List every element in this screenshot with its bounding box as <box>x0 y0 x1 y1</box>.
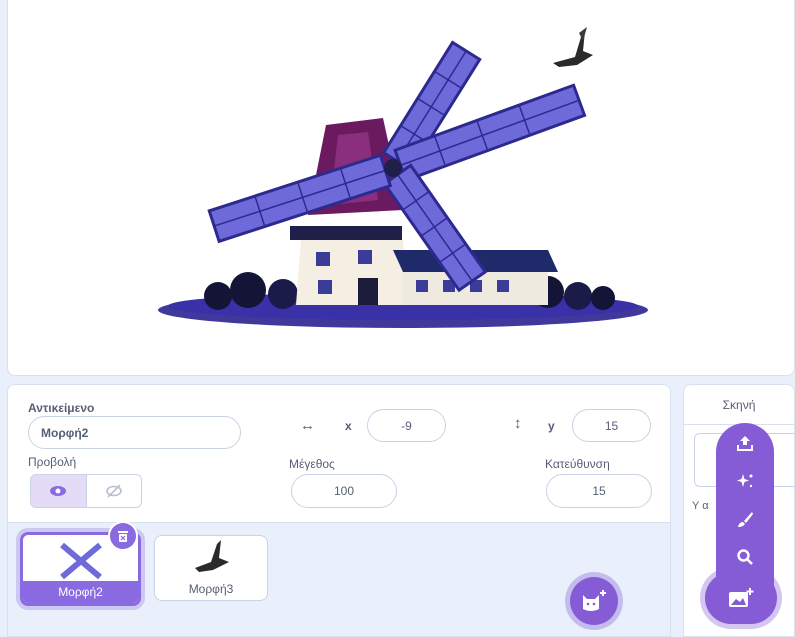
choose-backdrop-button[interactable] <box>705 572 777 624</box>
y-label: y <box>548 419 555 433</box>
hide-button[interactable] <box>87 475 142 507</box>
sprite-tile-morfi3[interactable]: Μορφή3 <box>154 535 268 601</box>
backdrops-label: Υ α <box>692 500 709 512</box>
brush-icon <box>738 512 753 527</box>
direction-input[interactable]: 15 <box>546 474 652 508</box>
upload-icon <box>737 436 753 451</box>
visibility-toggle <box>30 474 142 508</box>
y-input[interactable]: 15 <box>572 409 651 442</box>
add-sprite-button[interactable] <box>570 577 618 625</box>
stage-scene <box>158 27 648 328</box>
show-button[interactable] <box>31 475 87 507</box>
size-input[interactable]: 100 <box>291 474 397 508</box>
upload-backdrop-button[interactable] <box>716 425 774 461</box>
size-label: Μέγεθος <box>289 457 335 471</box>
sprite-thumbnail <box>195 540 229 572</box>
delete-sprite-button[interactable] <box>108 521 138 551</box>
sprite-name-input[interactable]: Μορφή2 <box>28 416 241 449</box>
eye-slash-icon <box>105 484 122 498</box>
direction-label: Κατεύθυνση <box>545 457 610 471</box>
surprise-backdrop-button[interactable] <box>716 463 774 499</box>
x-input[interactable]: -9 <box>367 409 446 442</box>
search-backdrop-button[interactable] <box>716 539 774 575</box>
cat-plus-icon <box>583 590 606 611</box>
x-label: x <box>345 419 352 433</box>
trash-icon <box>118 531 128 542</box>
sparkle-icon <box>737 474 753 488</box>
sprite-thumbnail <box>60 542 102 580</box>
image-plus-icon <box>729 588 754 607</box>
sprite-tile-label: Μορφή3 <box>188 582 234 596</box>
vertical-arrows-icon: ↕ <box>514 415 522 432</box>
sprite-tile-label: Μορφή2 <box>23 581 138 603</box>
stage-canvas[interactable] <box>7 0 795 376</box>
search-icon <box>737 549 753 565</box>
sprite-info: Αντικείμενο Μορφή2 ↔ x -9 ↕ y 15 Προβολή… <box>8 385 670 523</box>
show-label: Προβολή <box>28 455 77 469</box>
eye-icon <box>50 486 67 496</box>
sprite-label: Αντικείμενο <box>28 401 95 415</box>
paint-backdrop-button[interactable] <box>716 501 774 537</box>
sprite-list: Μορφή2 Μορφή3 <box>8 524 670 636</box>
stage-title: Σκηνή <box>684 385 794 425</box>
horizontal-arrows-icon: ↔ <box>300 417 315 434</box>
